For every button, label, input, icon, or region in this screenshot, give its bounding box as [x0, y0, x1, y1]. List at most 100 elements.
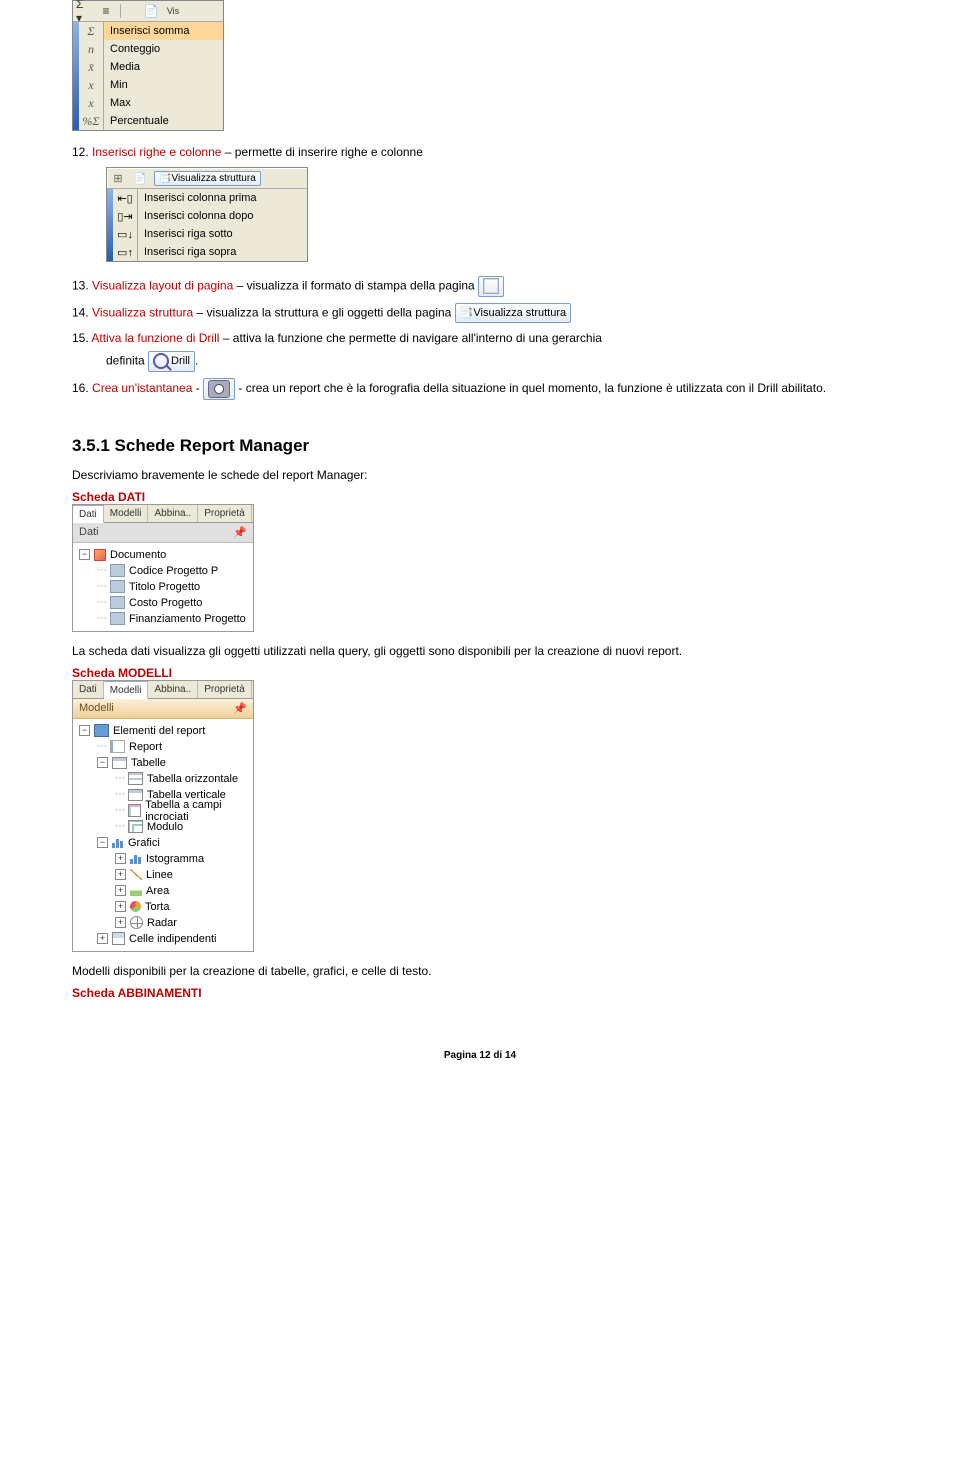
menu-item-col-dopo[interactable]: Inserisci colonna dopo: [138, 207, 307, 225]
symbol-sigma: Σ: [79, 22, 103, 40]
list-item-13: 13. Visualizza layout di pagina – visual…: [72, 276, 888, 297]
section-title: 3.5.1 Schede Report Manager: [72, 436, 888, 456]
tree-node-grafici[interactable]: −Grafici: [75, 835, 251, 851]
field-icon: [110, 612, 125, 625]
list-icon[interactable]: ≡: [98, 3, 114, 19]
expand-icon[interactable]: +: [97, 933, 108, 944]
doc-icon[interactable]: 📄: [143, 3, 159, 19]
menu-item-conteggio[interactable]: Conteggio: [104, 40, 223, 58]
visualizza-struttura-btn[interactable]: 📑Visualizza struttura: [455, 303, 571, 324]
tab-dati[interactable]: Dati: [73, 505, 104, 523]
item-term: Visualizza layout di pagina: [92, 278, 233, 292]
menu-item-col-prima[interactable]: Inserisci colonna prima: [138, 189, 307, 207]
menu-item-inserisci-somma[interactable]: Inserisci somma: [104, 22, 223, 40]
dati-panel: Dati Modelli Abbina.. Proprietà Dati 📌 −…: [72, 504, 254, 632]
tree-item[interactable]: +Radar: [75, 915, 251, 931]
snapshot-icon-btn[interactable]: [203, 378, 235, 400]
tree-item[interactable]: +Torta: [75, 899, 251, 915]
page-icon: [483, 278, 499, 294]
toolbar-sep: [120, 4, 137, 18]
area-chart-icon: [130, 885, 142, 896]
menu-item-riga-sopra[interactable]: Inserisci riga sopra: [138, 243, 307, 261]
icon-col-before: ⇤▯: [113, 189, 137, 207]
cell-icon: [112, 932, 125, 945]
tree-item-report[interactable]: ⋯Report: [75, 739, 251, 755]
collapse-icon[interactable]: −: [97, 837, 108, 848]
item-term: Attiva la funzione di Drill: [91, 331, 219, 345]
report-icon: [110, 740, 125, 753]
line-chart-icon: [130, 869, 142, 880]
tree-item[interactable]: +Istogramma: [75, 851, 251, 867]
item-term: Inserisci righe e colonne: [92, 145, 221, 159]
list-item-16: 16. Crea un'istantanea - - crea un repor…: [72, 378, 888, 400]
tree-root-documento[interactable]: − Documento: [75, 547, 251, 563]
pie-chart-icon: [130, 901, 141, 912]
expand-icon[interactable]: +: [115, 917, 126, 928]
expand-icon[interactable]: +: [115, 853, 126, 864]
folder-icon: [94, 724, 109, 737]
tree-item[interactable]: ⋯Titolo Progetto: [75, 579, 251, 595]
tab-modelli[interactable]: Modelli: [104, 505, 149, 522]
menu-item-percentuale[interactable]: Percentuale: [104, 112, 223, 130]
tree-item[interactable]: ⋯Finanziamento Progetto: [75, 611, 251, 627]
tab-proprieta[interactable]: Proprietà: [198, 505, 252, 522]
item-term: Crea un'istantanea: [92, 381, 192, 395]
pin-icon[interactable]: 📌: [233, 702, 247, 715]
tab-abbina[interactable]: Abbina..: [148, 505, 198, 522]
modelli-panel: Dati Modelli Abbina.. Proprietà Modelli …: [72, 680, 254, 952]
vis-icon[interactable]: Vis: [165, 3, 181, 19]
item-number: 16.: [72, 381, 89, 395]
expand-icon[interactable]: +: [115, 885, 126, 896]
page-layout-icon-btn[interactable]: [478, 276, 504, 297]
crosstab-icon: [128, 804, 141, 817]
list-item-15: 15. Attiva la funzione di Drill – attiva…: [72, 329, 888, 372]
page-footer: Pagina 12 di 14: [72, 1050, 888, 1061]
tree-item[interactable]: ⋯Tabella a campi incrociati: [75, 803, 251, 819]
field-icon: [110, 580, 125, 593]
item-number: 13.: [72, 278, 89, 292]
tree-root-elementi[interactable]: − Elementi del report: [75, 723, 251, 739]
histogram-icon: [130, 853, 142, 864]
tree-node-tabelle[interactable]: −Tabelle: [75, 755, 251, 771]
item-desc: – permette di inserire righe e colonne: [221, 145, 422, 159]
insert-col-icon[interactable]: ⊞: [110, 170, 126, 186]
icon-col-after: ▯⇥: [113, 207, 137, 225]
panel-title: Modelli: [79, 702, 114, 714]
collapse-icon[interactable]: −: [79, 725, 90, 736]
collapse-icon[interactable]: −: [79, 549, 90, 560]
magnifier-icon: [153, 353, 169, 369]
radar-chart-icon: [130, 916, 143, 929]
item-desc: – attiva la funzione che permette di nav…: [219, 331, 602, 345]
menu-item-riga-sotto[interactable]: Inserisci riga sotto: [138, 225, 307, 243]
expand-icon[interactable]: +: [115, 901, 126, 912]
drill-btn[interactable]: Drill: [148, 351, 195, 372]
menu-item-media[interactable]: Media: [104, 58, 223, 76]
tree-item[interactable]: +Linee: [75, 867, 251, 883]
camera-icon: [208, 380, 230, 398]
insert-doc-icon[interactable]: 📄: [132, 170, 148, 186]
tab-proprieta[interactable]: Proprietà: [198, 681, 252, 698]
tree-item[interactable]: ⋯Codice Progetto P: [75, 563, 251, 579]
tab-modelli[interactable]: Modelli: [104, 681, 149, 699]
sigma-icon[interactable]: Σ ▾: [76, 3, 92, 19]
form-icon: [128, 820, 143, 833]
menu-item-max[interactable]: Max: [104, 94, 223, 112]
tab-abbina[interactable]: Abbina..: [148, 681, 198, 698]
pin-icon[interactable]: 📌: [233, 526, 247, 539]
visualizza-struttura-btn-small[interactable]: 📑Visualizza struttura: [154, 171, 261, 186]
menu-item-min[interactable]: Min: [104, 76, 223, 94]
item-number: 15.: [72, 331, 89, 345]
tree-item-celle[interactable]: +Celle indipendenti: [75, 931, 251, 947]
tab-dati[interactable]: Dati: [73, 681, 104, 698]
item-desc: – visualizza la struttura e gli oggetti …: [193, 305, 451, 319]
scheda-dati-heading: Scheda DATI: [72, 490, 888, 504]
item-number: 14.: [72, 305, 89, 319]
collapse-icon[interactable]: −: [97, 757, 108, 768]
expand-icon[interactable]: +: [115, 869, 126, 880]
vtable-icon: [128, 789, 143, 801]
tree-item[interactable]: ⋯Costo Progetto: [75, 595, 251, 611]
tree-item[interactable]: ⋯Tabella orizzontale: [75, 771, 251, 787]
tree-item[interactable]: +Area: [75, 883, 251, 899]
panel-title: Dati: [79, 526, 99, 538]
insert-menu-panel: ⊞ 📄 📑Visualizza struttura ⇤▯ ▯⇥ ▭↓ ▭↑ In…: [106, 167, 308, 262]
